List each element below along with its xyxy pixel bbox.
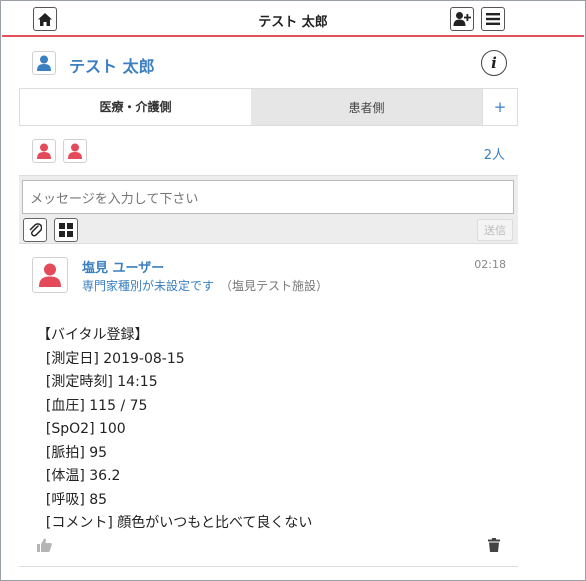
post-line: [血圧] 115 / 75	[37, 397, 148, 414]
post-time: 02:18	[474, 258, 506, 271]
patient-profile: テスト 太郎 i	[32, 49, 507, 79]
post-line: [測定時刻] 14:15	[37, 374, 158, 390]
post-line: [体温] 36.2	[37, 468, 121, 484]
member-avatar[interactable]	[63, 139, 87, 163]
message-post: 塩見 ユーザー 専門家種別が未設定です （塩見テスト施設） 02:18 【バイタル…	[19, 244, 518, 567]
patient-avatar[interactable]	[32, 51, 56, 75]
thumbs-up-icon	[37, 538, 52, 552]
grid-icon	[59, 223, 73, 237]
patient-name[interactable]: テスト 太郎	[69, 53, 155, 77]
post-line: [脈拍] 95	[37, 444, 108, 461]
add-user-button[interactable]	[450, 7, 474, 31]
member-avatar[interactable]	[32, 139, 56, 163]
post-line: [呼吸] 85	[37, 491, 108, 508]
trash-icon	[488, 538, 500, 552]
person-icon	[37, 143, 51, 159]
person-icon	[37, 55, 51, 71]
author-role-link[interactable]: 専門家種別が未設定です	[82, 279, 214, 293]
message-input[interactable]	[22, 180, 514, 214]
post-line: [測定日] 2019-08-15	[37, 350, 185, 367]
delete-button[interactable]	[488, 537, 500, 556]
menu-button[interactable]	[481, 7, 505, 31]
info-button[interactable]: i	[481, 50, 507, 76]
tab-medical-care[interactable]: 医療・介護側	[20, 89, 251, 125]
tab-patient[interactable]: 患者側	[251, 89, 482, 125]
menu-icon	[486, 13, 500, 25]
post-line: [コメント] 顔色がいつもと比べて良くない	[37, 515, 313, 531]
members-row: 2人	[32, 139, 507, 165]
member-count-link[interactable]: 2人	[484, 144, 505, 163]
compose-area: 送信	[19, 175, 518, 244]
apps-button[interactable]	[54, 218, 78, 242]
info-icon: i	[491, 54, 497, 72]
post-line: 【バイタル登録】	[37, 327, 149, 343]
top-bar: テスト 太郎	[2, 2, 584, 37]
add-user-icon	[453, 12, 471, 26]
attach-button[interactable]	[23, 218, 47, 242]
author-facility: （塩見テスト施設）	[220, 279, 329, 293]
paperclip-icon	[29, 223, 42, 237]
send-button[interactable]: 送信	[477, 219, 513, 241]
person-icon	[39, 263, 61, 287]
person-icon	[68, 143, 82, 159]
app-frame: テスト 太郎 テスト 太郎 i 医療・介護側 患者側 + 2人 メッセージを入力…	[0, 0, 586, 581]
like-button[interactable]	[37, 537, 52, 556]
post-line: [SpO2] 100	[37, 421, 126, 437]
author-name[interactable]: 塩見 ユーザー	[82, 257, 164, 276]
tab-bar: 医療・介護側 患者側 +	[19, 88, 518, 126]
author-meta: 専門家種別が未設定です （塩見テスト施設）	[82, 277, 328, 294]
tab-add-button[interactable]: +	[482, 89, 517, 125]
author-avatar[interactable]	[32, 257, 68, 293]
post-body: 【バイタル登録】 [測定日] 2019-08-15 [測定時刻] 14:15 […	[37, 324, 312, 536]
